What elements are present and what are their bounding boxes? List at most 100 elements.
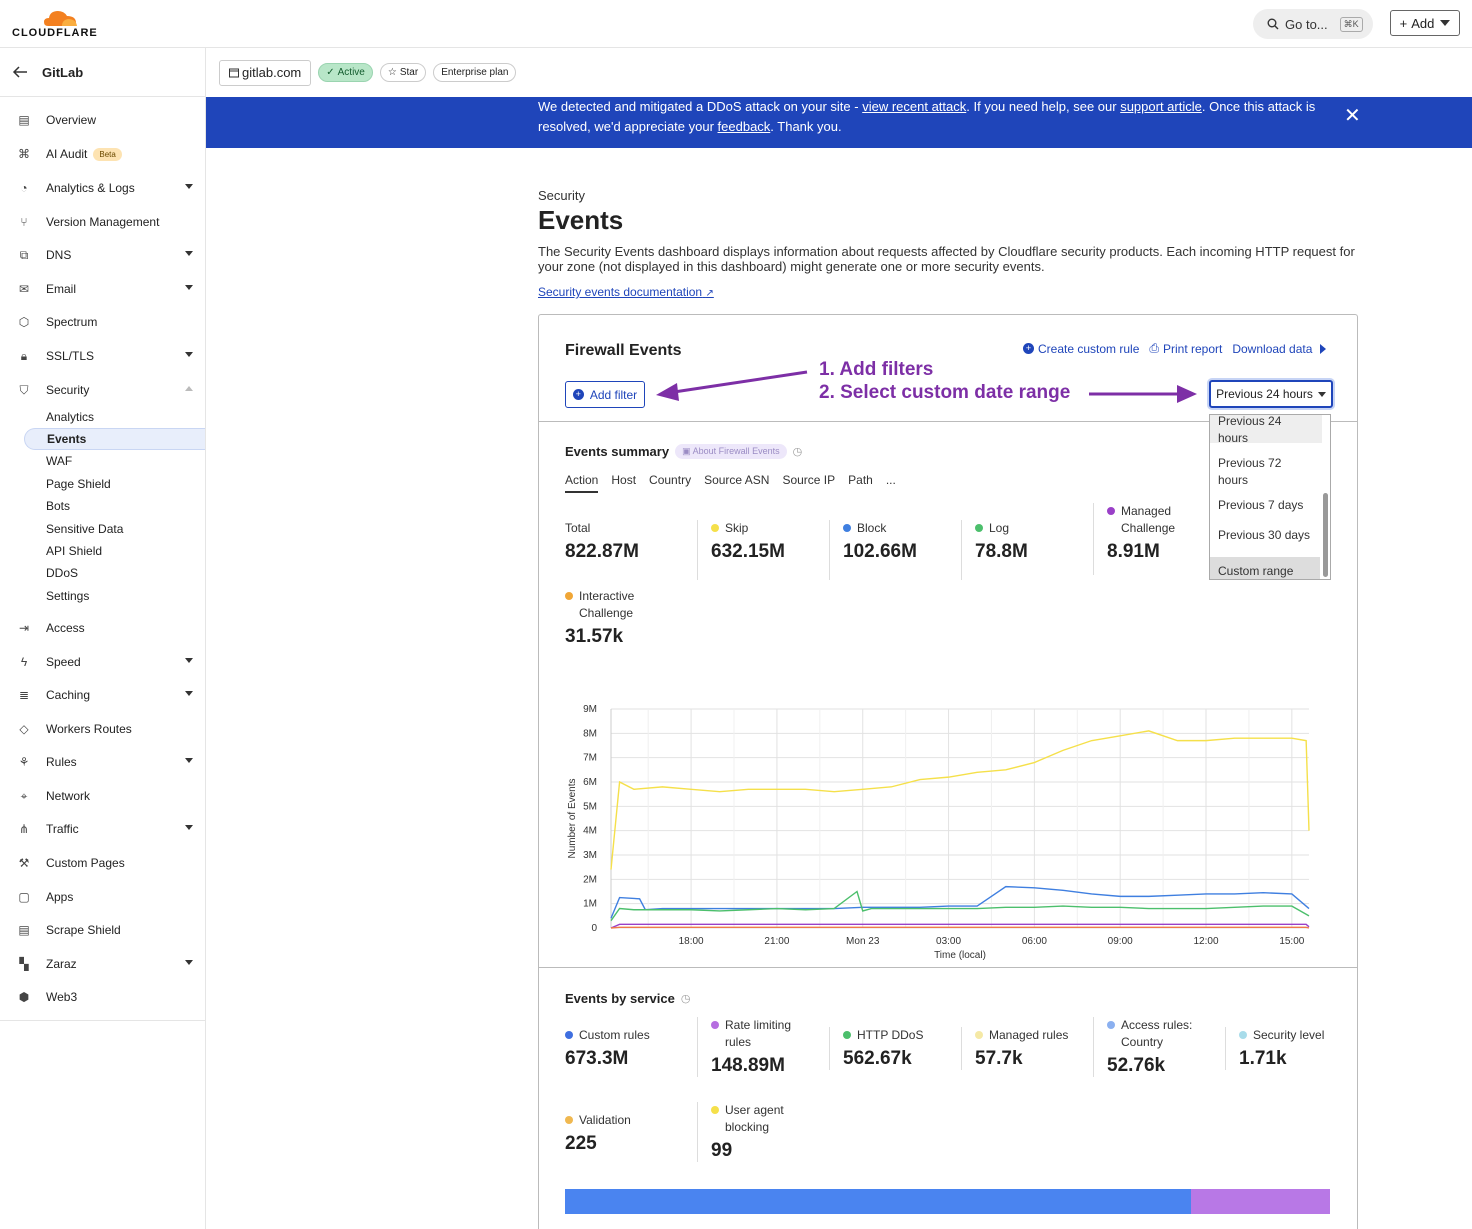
docs-link[interactable]: Security events documentation ↗ xyxy=(538,285,714,299)
feedback-link[interactable]: feedback xyxy=(718,119,771,134)
service-label-text: Access rules: Country xyxy=(1121,1018,1193,1049)
sidebar-item-spectrum[interactable]: ⬡ Spectrum xyxy=(0,310,205,334)
chevron-down-icon[interactable] xyxy=(185,825,193,830)
sidebar-item-scrape-shield[interactable]: ▤ Scrape Shield xyxy=(0,918,205,942)
cloudflare-logo[interactable]: CLOUDFLARE xyxy=(12,6,102,42)
shield-hex-icon: ⬡ xyxy=(18,315,30,329)
service-bar-segment-rate-limiting-rules[interactable] xyxy=(1191,1189,1330,1214)
star-label: Star xyxy=(399,67,419,78)
service-label: Rate limiting rules xyxy=(711,1017,817,1051)
y-tick-label: 1M xyxy=(583,899,597,910)
shield-icon: ⛉ xyxy=(19,382,29,397)
date-option-previous-30-days[interactable]: Previous 30 days xyxy=(1210,527,1320,544)
chevron-down-icon[interactable] xyxy=(185,251,193,256)
date-range-select[interactable]: Previous 24 hours xyxy=(1209,380,1333,408)
sidebar-item-version-management[interactable]: ⑂ Version Management xyxy=(0,210,205,234)
star-button[interactable]: ☆ Star xyxy=(379,63,427,82)
sidebar-subitem-page-shield[interactable]: Page Shield xyxy=(24,473,205,495)
wrench-icon: ⚒ xyxy=(18,856,30,870)
sidebar-item-overview[interactable]: ▤ Overview xyxy=(0,108,205,132)
chevron-down-icon[interactable] xyxy=(185,758,193,763)
service-value: 148.89M xyxy=(711,1055,785,1076)
metric-label-text: Managed Challenge xyxy=(1121,504,1176,535)
tab-country[interactable]: Country xyxy=(649,473,691,493)
service-value: 673.3M xyxy=(565,1048,629,1069)
tab-source-ip[interactable]: Source IP xyxy=(782,473,835,493)
metric-block: Block 102.66M xyxy=(829,520,949,580)
y-tick-label: 4M xyxy=(583,826,597,837)
tab-source-asn[interactable]: Source ASN xyxy=(704,473,769,493)
close-icon[interactable]: ✕ xyxy=(1344,106,1361,126)
sidebar-item-access[interactable]: ⇥ Access xyxy=(0,616,205,640)
chevron-up-icon[interactable] xyxy=(185,386,193,391)
breadcrumb: Security xyxy=(538,188,585,203)
sidebar-subitem-analytics[interactable]: Analytics xyxy=(24,406,205,428)
sidebar-subitem-sensitive-data[interactable]: Sensitive Data xyxy=(24,518,205,540)
chevron-down-icon[interactable] xyxy=(185,184,193,189)
sidebar-subitem-bots[interactable]: Bots xyxy=(24,495,205,517)
sidebar-item-workers-routes[interactable]: ◇ Workers Routes xyxy=(0,717,205,741)
service-bar-segment-custom-rules[interactable] xyxy=(565,1189,1192,1214)
sidebar-item-label: Traffic xyxy=(46,822,79,836)
clock-icon: ◷ xyxy=(680,993,691,1005)
sidebar-subitem-events[interactable]: Events xyxy=(24,428,205,450)
chevron-down-icon[interactable] xyxy=(185,691,193,696)
sidebar-item-ssl-tls[interactable]: 🔒︎ SSL/TLS xyxy=(0,344,205,368)
sidebar-item-caching[interactable]: ≣ Caching xyxy=(0,683,205,707)
about-label: About Firewall Events xyxy=(692,446,780,456)
scrollbar[interactable] xyxy=(1323,493,1328,577)
service-security-level: Security level 1.71k xyxy=(1225,1027,1345,1070)
sidebar-item-email[interactable]: ✉ Email xyxy=(0,277,205,301)
sidebar-item-rules[interactable]: ⚘ Rules xyxy=(0,750,205,774)
service-user-agent-blocking: User agent blocking 99 xyxy=(697,1102,817,1162)
sidebar-subitem-ddos[interactable]: DDoS xyxy=(24,562,205,584)
arrow-left-icon[interactable] xyxy=(12,66,28,78)
metric-value: 102.66M xyxy=(843,541,917,562)
tab-path[interactable]: Path xyxy=(848,473,873,493)
sidebar-item-speed[interactable]: ϟ Speed xyxy=(0,650,205,674)
date-option-previous-72-hours[interactable]: Previous 72 hours xyxy=(1210,451,1290,493)
chevron-down-icon[interactable] xyxy=(185,658,193,663)
chevron-down-icon[interactable] xyxy=(185,352,193,357)
sidebar-subitem-settings[interactable]: Settings xyxy=(24,585,205,607)
metric-interactive-challenge: Interactive Challenge 31.57k xyxy=(565,588,685,648)
sidebar-item-zaraz[interactable]: ▚ Zaraz xyxy=(0,952,205,976)
date-option-previous-7-days[interactable]: Previous 7 days xyxy=(1210,497,1320,514)
sidebar-subitem-waf[interactable]: WAF xyxy=(24,450,205,472)
add-button[interactable]: + Add xyxy=(1390,10,1460,36)
more-icon[interactable]: ... xyxy=(886,473,896,493)
support-article-link[interactable]: support article xyxy=(1120,99,1202,114)
sidebar-item-apps[interactable]: ▢ Apps xyxy=(0,885,205,909)
goto-search[interactable]: Go to... ⌘K xyxy=(1253,9,1373,39)
zone-selector[interactable]: gitlab.com xyxy=(219,59,312,86)
sidebar-item-ai-audit[interactable]: ⌘ AI Audit Beta xyxy=(0,142,205,166)
about-firewall-events-badge[interactable]: ▣ About Firewall Events xyxy=(675,444,787,459)
tab-action[interactable]: Action xyxy=(565,473,599,493)
lock-icon: 🔒︎ xyxy=(20,348,28,363)
sidebar-subitem-api-shield[interactable]: API Shield xyxy=(24,540,205,562)
x-tick-label: Mon 23 xyxy=(846,936,880,947)
service-label: Security level xyxy=(1239,1027,1345,1044)
chevron-down-icon[interactable] xyxy=(185,960,193,965)
date-option-previous-24-hours[interactable]: Previous 24 hours xyxy=(1210,415,1322,445)
service-custom-rules: Custom rules 673.3M xyxy=(565,1027,685,1070)
sidebar-item-web3[interactable]: ⬢ Web3 xyxy=(0,985,205,1009)
sidebar-item-network[interactable]: ⌖ Network xyxy=(0,784,205,808)
y-tick-label: 0 xyxy=(591,923,597,934)
legend-dot xyxy=(843,1031,851,1039)
chart-icon: ◔ xyxy=(20,181,28,195)
legend-dot xyxy=(565,592,573,600)
sidebar-item-analytics-logs[interactable]: ◔ Analytics & Logs xyxy=(0,176,205,200)
sidebar-item-dns[interactable]: ⧉ DNS xyxy=(0,243,205,267)
page-title: Events xyxy=(538,205,624,235)
view-attack-link[interactable]: view recent attack xyxy=(862,99,966,114)
sidebar-item-security[interactable]: ⛉ Security xyxy=(0,378,205,402)
tab-host[interactable]: Host xyxy=(611,473,636,493)
date-option-custom-range[interactable]: Custom range xyxy=(1210,557,1320,579)
services-title-text: Events by service xyxy=(565,991,675,1006)
chevron-down-icon[interactable] xyxy=(185,285,193,290)
banner-text-4: . Thank you. xyxy=(770,119,842,134)
account-header[interactable]: GitLab xyxy=(0,48,205,97)
sidebar-item-traffic[interactable]: ⋔ Traffic xyxy=(0,817,205,841)
sidebar-item-custom-pages[interactable]: ⚒ Custom Pages xyxy=(0,851,205,875)
